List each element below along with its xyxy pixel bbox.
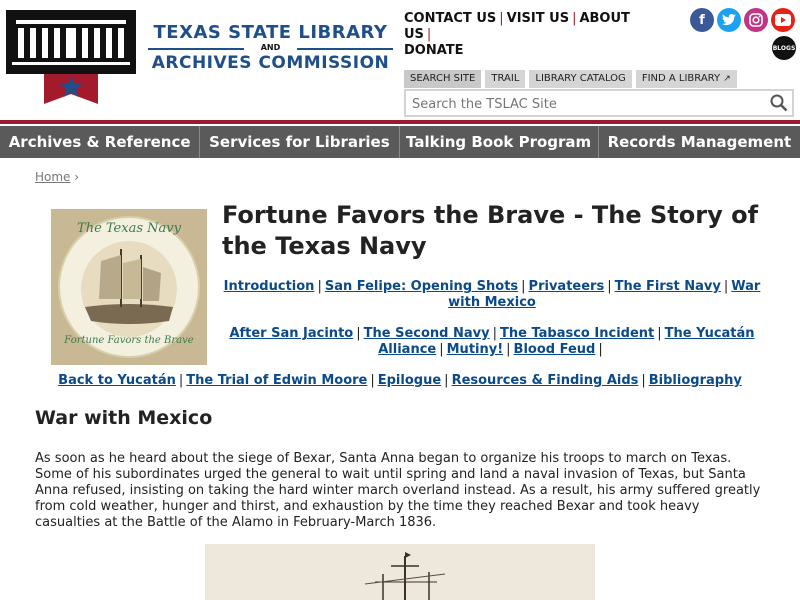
page-title: Fortune Favors the Brave - The Story of … — [222, 201, 759, 260]
separator: | — [572, 11, 577, 26]
separator: | — [178, 373, 184, 388]
donate-link[interactable]: DONATE — [404, 43, 464, 58]
twitter-icon[interactable] — [717, 8, 741, 32]
external-link-icon: ↗ — [723, 74, 731, 84]
separator: | — [426, 27, 432, 42]
site-title-line1[interactable]: TEXAS STATE LIBRARY — [148, 22, 393, 43]
separator: | — [356, 326, 361, 341]
link-after-san-jacinto[interactable]: After San Jacinto — [229, 326, 353, 341]
tab-library-catalog[interactable]: LIBRARY CATALOG — [529, 70, 632, 88]
separator: | — [598, 342, 603, 357]
separator: | — [607, 279, 612, 294]
link-tabasco-incident[interactable]: The Tabasco Incident — [500, 326, 654, 341]
breadcrumb: Home › — [35, 170, 79, 184]
link-introduction[interactable]: Introduction — [224, 279, 315, 294]
link-back-to-yucatan[interactable]: Back to Yucatán — [58, 373, 176, 388]
tab-find-a-library[interactable]: FIND A LIBRARY ↗ — [635, 70, 737, 88]
link-trial-edwin-moore[interactable]: The Trial of Edwin Moore — [186, 373, 367, 388]
nav-services-for-libraries[interactable]: Services for Libraries — [200, 126, 400, 158]
tab-find-a-library-label: FIND A LIBRARY — [641, 73, 721, 84]
link-resources[interactable]: Resources & Finding Aids — [452, 373, 639, 388]
link-privateers[interactable]: Privateers — [529, 279, 605, 294]
search-box — [404, 89, 794, 117]
link-blood-feud[interactable]: Blood Feud — [514, 342, 596, 357]
search-icon[interactable] — [770, 94, 788, 112]
separator: | — [439, 342, 444, 357]
breadcrumb-separator: › — [74, 170, 80, 184]
texas-navy-emblem-image: The Texas Navy Fortune Favors the Brave — [51, 209, 207, 365]
separator: | — [492, 326, 497, 341]
body-paragraph: As soon as he heard about the siege of B… — [35, 451, 761, 530]
search-tabs: SEARCH SITE TRAIL LIBRARY CATALOG FIND A… — [404, 70, 737, 88]
visit-us-link[interactable]: VISIT US — [507, 11, 569, 26]
chapter-links-row1: Introduction | San Felipe: Opening Shots | P… — [222, 279, 762, 311]
site-title-line2[interactable]: ARCHIVES COMMISSION — [148, 53, 393, 73]
separator: | — [506, 342, 511, 357]
emblem-bottom-text: Fortune Favors the Brave — [64, 335, 194, 346]
instagram-icon[interactable] — [744, 8, 768, 32]
youtube-icon[interactable] — [771, 8, 795, 32]
link-first-navy[interactable]: The First Navy — [615, 279, 721, 294]
nav-talking-book-program[interactable]: Talking Book Program — [400, 126, 599, 158]
separator: | — [444, 373, 449, 388]
site-title-and: AND — [260, 43, 281, 52]
contact-us-link[interactable]: CONTACT US — [404, 11, 496, 26]
emblem-top-text: The Texas Navy — [77, 221, 181, 236]
separator: | — [370, 373, 375, 388]
separator: | — [641, 373, 646, 388]
facebook-icon[interactable]: f — [690, 8, 714, 32]
nav-archives-reference[interactable]: Archives & Reference — [0, 126, 201, 158]
search-input[interactable] — [410, 92, 754, 116]
separator: | — [521, 279, 526, 294]
section-heading: War with Mexico — [35, 407, 213, 429]
breadcrumb-home[interactable]: Home — [35, 170, 70, 184]
separator: | — [723, 279, 729, 294]
top-links: CONTACT US | VISIT US | ABOUT US | DONATE — [404, 11, 654, 59]
separator: | — [657, 326, 662, 341]
blogs-icon[interactable]: BLOGS — [772, 36, 796, 60]
link-mutiny[interactable]: Mutiny! — [447, 342, 504, 357]
link-epilogue[interactable]: Epilogue — [378, 373, 441, 388]
separator: | — [317, 279, 322, 294]
chapter-links-row2: After San Jacinto | The Second Navy | The Ta… — [222, 326, 762, 358]
link-second-navy[interactable]: The Second Navy — [364, 326, 490, 341]
link-san-felipe[interactable]: San Felipe: Opening Shots — [325, 279, 518, 294]
nav-records-management[interactable]: Records Management — [599, 126, 800, 158]
separator: | — [499, 11, 504, 26]
logo-star-ribbon — [44, 74, 98, 104]
link-bibliography[interactable]: Bibliography — [649, 373, 742, 388]
chapter-links-row3: Back to Yucatán | The Trial of Edwin Moore… — [40, 373, 760, 389]
tab-trail[interactable]: TRAIL — [485, 70, 526, 88]
main-nav: Archives & Reference Services for Librar… — [0, 126, 800, 158]
ship-illustration-image — [205, 544, 595, 600]
tab-search-site[interactable]: SEARCH SITE — [404, 70, 482, 88]
logo-building[interactable] — [6, 10, 136, 74]
